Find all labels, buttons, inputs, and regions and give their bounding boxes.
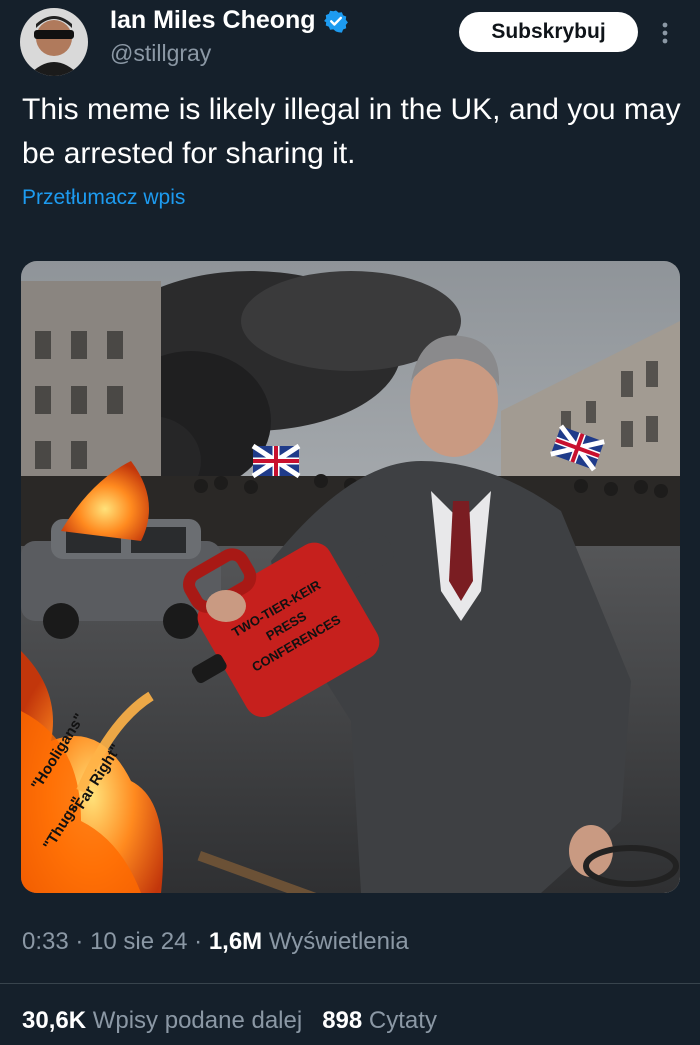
quotes-link[interactable]: 898 Cytaty (322, 1007, 437, 1034)
quotes-label: Cytaty (368, 1007, 437, 1034)
post-stats: 30,6K Wpisy podane dalej 898 Cytaty (22, 1007, 437, 1035)
post-text: This meme is likely illegal in the UK, a… (22, 93, 681, 170)
post-date[interactable]: 10 sie 24 (90, 928, 187, 955)
post-time[interactable]: 0:33 (22, 928, 69, 955)
views-label: Wyświetlenia (268, 928, 409, 955)
subscribe-button[interactable]: Subskrybuj (459, 12, 638, 52)
meta-separator: · (75, 928, 84, 955)
meme-illustration: TWO-TIER-KEIR PRESS CONFERENCES "Hooliga… (21, 261, 680, 893)
divider (0, 983, 700, 984)
avatar-image (20, 8, 88, 76)
reposts-label: Wpisy podane dalej (92, 1007, 303, 1034)
views-count: 1,6M (208, 928, 263, 955)
meta-separator: · (194, 928, 203, 955)
author-handle[interactable]: @stillgray (110, 40, 211, 67)
post-media-image[interactable]: TWO-TIER-KEIR PRESS CONFERENCES "Hooliga… (21, 261, 680, 893)
translate-post-link[interactable]: Przetłumacz wpis (22, 186, 185, 210)
reposts-link[interactable]: 30,6K Wpisy podane dalej (22, 1007, 309, 1034)
author-name-row: Ian Miles Cheong (110, 6, 348, 35)
post-meta: 0:33 · 10 sie 24 · 1,6M Wyświetlenia (22, 928, 409, 956)
reposts-count: 30,6K (22, 1007, 87, 1034)
verified-badge-icon (323, 10, 348, 33)
more-options-icon[interactable] (655, 18, 675, 48)
quotes-count: 898 (322, 1007, 363, 1034)
author-avatar[interactable] (20, 8, 88, 76)
author-name[interactable]: Ian Miles Cheong (110, 6, 316, 35)
